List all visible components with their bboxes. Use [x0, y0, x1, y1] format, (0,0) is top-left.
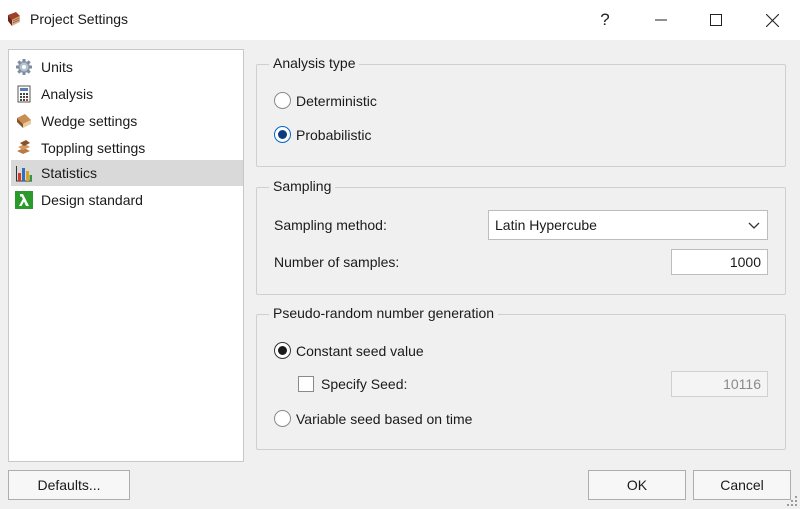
seed-value-input: 10116	[671, 371, 768, 397]
title-bar: Project Settings ?	[0, 0, 800, 40]
help-glyph: ?	[600, 10, 610, 29]
nav-item-toppling-settings[interactable]: Toppling settings	[11, 135, 243, 161]
constant-seed-radio-row[interactable]: Constant seed value	[274, 342, 424, 359]
minimize-icon	[655, 19, 667, 21]
ok-button-label: OK	[626, 477, 648, 493]
variable-seed-radio-row[interactable]: Variable seed based on time	[274, 410, 472, 427]
settings-nav-tree: Units Analysis Wedge settings Toppling s…	[8, 49, 244, 462]
analysis-type-group: Analysis type	[256, 55, 786, 167]
probabilistic-radio-row[interactable]: Probabilistic	[274, 126, 371, 143]
gear-icon	[16, 59, 32, 75]
deterministic-radio[interactable]	[274, 92, 291, 109]
ok-button[interactable]: OK	[588, 470, 686, 500]
sampling-group: Sampling	[256, 178, 786, 295]
close-button[interactable]	[749, 0, 795, 40]
deterministic-label: Deterministic	[296, 92, 377, 109]
minimize-button[interactable]	[638, 0, 684, 40]
lambda-icon	[15, 191, 33, 209]
sampling-method-label: Sampling method:	[274, 217, 387, 233]
probabilistic-label: Probabilistic	[296, 126, 372, 143]
chevron-down-icon	[748, 222, 760, 229]
number-of-samples-input[interactable]: 1000	[671, 249, 768, 275]
nav-item-label: Design standard	[41, 192, 143, 208]
close-icon	[765, 13, 779, 27]
nav-item-design-standard[interactable]: Design standard	[11, 187, 243, 213]
constant-seed-radio[interactable]	[274, 342, 291, 359]
sampling-method-value: Latin Hypercube	[495, 217, 597, 233]
specify-seed-label: Specify Seed:	[321, 376, 408, 392]
constant-seed-label: Constant seed value	[296, 342, 424, 359]
deterministic-radio-row[interactable]: Deterministic	[274, 92, 377, 109]
bar-chart-icon	[16, 166, 32, 182]
nav-item-statistics[interactable]: Statistics	[11, 160, 243, 186]
nav-item-label: Units	[41, 59, 73, 75]
analysis-type-title: Analysis type	[269, 55, 360, 71]
window-title: Project Settings	[30, 11, 129, 27]
help-button[interactable]: ?	[582, 0, 628, 40]
cancel-button-label: Cancel	[720, 477, 764, 493]
number-of-samples-label: Number of samples:	[274, 254, 400, 270]
sampling-method-select[interactable]: Latin Hypercube	[488, 210, 768, 240]
variable-seed-radio[interactable]	[274, 410, 291, 427]
resize-grip-icon[interactable]	[786, 495, 798, 507]
defaults-button-label: Defaults...	[37, 477, 101, 493]
nav-item-label: Wedge settings	[41, 113, 138, 129]
nav-item-label: Analysis	[41, 86, 94, 102]
maximize-button[interactable]	[693, 0, 739, 40]
specify-seed-row[interactable]: Specify Seed:	[298, 376, 407, 392]
specify-seed-checkbox[interactable]	[298, 376, 314, 392]
prng-title: Pseudo-random number generation	[269, 305, 499, 321]
maximize-icon	[710, 14, 722, 26]
app-book-icon	[8, 12, 20, 26]
nav-item-label: Statistics	[41, 165, 98, 181]
wedge-icon	[17, 114, 31, 128]
sampling-title: Sampling	[269, 178, 336, 194]
nav-item-label: Toppling settings	[41, 140, 146, 156]
probabilistic-radio[interactable]	[274, 126, 291, 143]
variable-seed-label: Variable seed based on time	[296, 410, 473, 427]
nav-item-analysis[interactable]: Analysis	[11, 81, 243, 107]
cancel-button[interactable]: Cancel	[693, 470, 791, 500]
calculator-icon	[17, 85, 31, 103]
toppling-icon	[17, 140, 30, 154]
defaults-button[interactable]: Defaults...	[8, 470, 130, 500]
nav-item-units[interactable]: Units	[11, 54, 243, 80]
nav-item-wedge-settings[interactable]: Wedge settings	[11, 108, 243, 134]
